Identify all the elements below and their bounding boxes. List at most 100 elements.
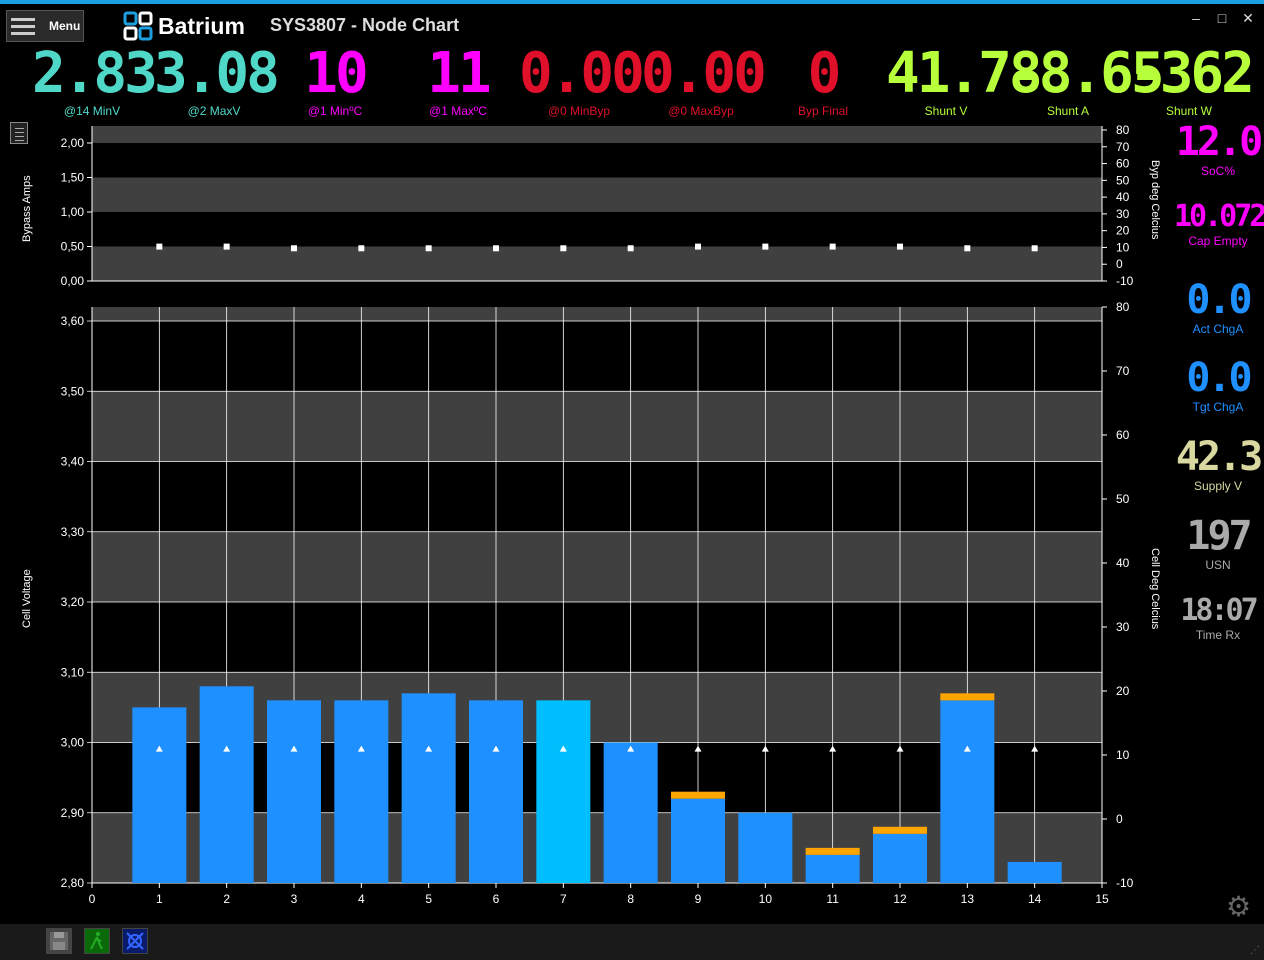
side-readout-act-chga: 0.0 Act ChgA — [1174, 280, 1262, 336]
cell-voltage-bar — [334, 700, 389, 883]
cell-x-tick-label: 6 — [493, 892, 500, 906]
cell-bypass-cap — [873, 826, 927, 834]
cell-y2-tick-label: -10 — [1116, 876, 1134, 890]
side-readout-time-rx: 18:07 Time Rx — [1174, 593, 1262, 643]
bypass-y-tick-label: 0,00 — [61, 274, 85, 288]
cell-x-tick-label: 15 — [1095, 892, 1109, 906]
cell-y2-tick-label: 10 — [1116, 748, 1130, 762]
side-readout-value: 12.0 — [1175, 119, 1263, 165]
bypass-temp-point — [291, 245, 297, 252]
side-readout-tgt-chga: 0.0 Tgt ChgA — [1174, 358, 1262, 414]
cell-y-tick-label: 3,30 — [61, 525, 85, 539]
side-readout-value: 10.072 — [1174, 199, 1264, 234]
bypass-y2-tick-label: 10 — [1116, 240, 1130, 254]
cell-voltage-bar — [805, 854, 860, 883]
running-icon[interactable] — [84, 928, 110, 954]
cell-x-tick-label: 1 — [156, 892, 163, 906]
cell-x-tick-label: 10 — [759, 892, 773, 906]
bypass-y-tick-label: 1,00 — [61, 205, 85, 219]
cell-voltage-bar — [873, 833, 927, 883]
bypass-temp-point — [425, 245, 432, 252]
connection-icon[interactable] — [122, 928, 148, 954]
cell-x-tick-label: 12 — [893, 892, 907, 906]
cell-y-tick-label: 3,40 — [61, 455, 85, 469]
cell-y2-axis-title: Cell Deg Celcius — [1149, 548, 1161, 630]
cell-voltage-bar — [469, 700, 523, 883]
cell-band — [92, 307, 1102, 321]
cell-voltage-bar — [132, 707, 187, 883]
bypass-temp-point — [762, 243, 769, 250]
cell-y2-tick-label: 60 — [1116, 428, 1130, 442]
bypass-y2-tick-label: 0 — [1116, 257, 1123, 271]
cell-x-tick-label: 3 — [291, 892, 298, 906]
bypass-temp-point — [358, 245, 365, 252]
cell-y-axis-title: Cell Voltage — [21, 569, 33, 628]
cell-x-tick-label: 11 — [826, 892, 839, 906]
bypass-y2-tick-label: 20 — [1116, 224, 1130, 238]
bypass-y2-tick-label: 70 — [1116, 140, 1130, 154]
bypass-y2-tick-label: 50 — [1116, 173, 1130, 187]
cell-y-tick-label: 3,20 — [61, 595, 85, 609]
cell-y2-tick-label: 50 — [1116, 492, 1130, 506]
bypass-temp-point — [695, 243, 701, 250]
bypass-y-tick-label: 1,50 — [61, 171, 85, 185]
save-icon[interactable] — [46, 928, 72, 954]
cell-band — [92, 531, 1102, 602]
bypass-y2-axis-title: Byp deg Celcius — [1149, 160, 1161, 240]
cell-voltage-bar — [671, 798, 725, 883]
cell-y-tick-label: 3,60 — [61, 314, 85, 328]
cell-bypass-cap — [805, 847, 860, 855]
bypass-temp-point — [560, 245, 567, 252]
bypass-temp-point — [1031, 245, 1038, 252]
cell-x-tick-label: 2 — [223, 892, 230, 906]
cell-x-tick-label: 13 — [961, 892, 975, 906]
cell-y2-tick-label: 20 — [1116, 684, 1130, 698]
cell-y2-tick-label: 0 — [1116, 812, 1123, 826]
node-chart: 0,000,501,001,502,00-1001020304050607080… — [21, 123, 1161, 906]
cell-y2-tick-label: 40 — [1116, 556, 1130, 570]
side-readout-usn: 197 USN — [1174, 516, 1262, 572]
side-readout-label: Tgt ChgA — [1192, 400, 1244, 414]
cell-voltage-bar — [603, 742, 658, 883]
bypass-temp-point — [829, 243, 836, 250]
side-readout-label: Cap Empty — [1188, 234, 1248, 248]
bypass-temp-point — [627, 245, 634, 252]
side-readout-label: Act ChgA — [1192, 322, 1244, 336]
cell-y-tick-label: 2,90 — [61, 806, 85, 820]
bypass-temp-point — [156, 243, 163, 250]
side-readout-label: USN — [1205, 558, 1231, 572]
cell-band — [92, 391, 1102, 462]
cell-x-tick-label: 7 — [560, 892, 567, 906]
cell-voltage-bar — [738, 812, 793, 883]
side-readout-soc: 12.0 SoC% — [1174, 119, 1263, 178]
cell-y-tick-label: 2,80 — [61, 876, 85, 890]
cell-y2-tick-label: 80 — [1116, 300, 1130, 314]
side-readout-value: 18:07 — [1180, 593, 1258, 628]
cell-x-tick-label: 5 — [425, 892, 432, 906]
bypass-y2-tick-label: 30 — [1116, 207, 1130, 221]
side-readout-value: 42.3 — [1175, 434, 1263, 480]
close-button[interactable]: ✕ — [1242, 10, 1254, 27]
side-readout-label: Supply V — [1193, 479, 1243, 493]
cell-voltage-bar — [940, 700, 995, 883]
cell-x-tick-label: 9 — [695, 892, 702, 906]
status-bar: ⋰ — [0, 924, 1264, 960]
window-controls: – □ ✕ — [1190, 10, 1254, 27]
minimize-button[interactable]: – — [1190, 10, 1202, 27]
side-readout-label: SoC% — [1200, 164, 1235, 178]
side-readout-label: Time Rx — [1195, 628, 1241, 642]
cell-voltage-bar — [1007, 861, 1062, 883]
side-readout-supply-v: 42.3 Supply V — [1174, 434, 1263, 493]
cell-y2-tick-label: 70 — [1116, 364, 1130, 378]
cell-bypass-cap — [671, 791, 725, 799]
bypass-temp-point — [897, 243, 903, 250]
gear-icon[interactable]: ⚙ — [1226, 890, 1251, 923]
cell-y2-tick-label: 30 — [1116, 620, 1130, 634]
cell-voltage-bar — [199, 686, 254, 883]
maximize-button[interactable]: □ — [1216, 10, 1228, 27]
cell-voltage-bar — [536, 700, 591, 883]
cell-y-tick-label: 3,50 — [61, 384, 85, 398]
cell-x-tick-label: 14 — [1028, 892, 1042, 906]
resize-grip-icon[interactable]: ⋰ — [1250, 945, 1260, 956]
cell-x-tick-label: 4 — [358, 892, 365, 906]
